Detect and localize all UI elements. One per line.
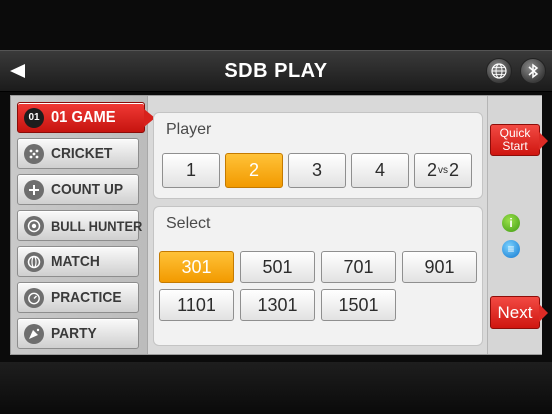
timer-icon [24, 287, 44, 308]
game-panel: 01 01 GAME CRICKET COUNT UP BULL HUNTER [10, 95, 548, 355]
sidebar-item-label: PARTY [51, 325, 97, 342]
bottom-bar [0, 362, 552, 414]
sidebar-item-label: PRACTICE [51, 289, 122, 306]
sidebar-item-label: 01 GAME [51, 108, 116, 126]
sidebar-item-party[interactable]: PARTY [17, 318, 139, 349]
sidebar-item-count-up[interactable]: COUNT UP [17, 174, 139, 205]
globe-icon [491, 63, 507, 79]
select-option-1301[interactable]: 1301 [240, 289, 315, 321]
cricket-icon [24, 143, 44, 164]
select-option-1501[interactable]: 1501 [321, 289, 396, 321]
player-option-3[interactable]: 3 [288, 153, 346, 188]
list-icon[interactable]: ≡ [502, 240, 520, 258]
player-option-2[interactable]: 2 [225, 153, 283, 188]
select-option-901[interactable]: 901 [402, 251, 477, 283]
select-section-title: Select [166, 215, 211, 232]
sidebar-item-practice[interactable]: PRACTICE [17, 282, 139, 313]
action-column: Quick Start i ≡ Next [487, 96, 548, 354]
select-option-501[interactable]: 501 [240, 251, 315, 283]
party-icon [24, 323, 44, 344]
player-option-4[interactable]: 4 [351, 153, 409, 188]
player-option-1[interactable]: 1 [162, 153, 220, 188]
globe-button[interactable] [486, 58, 512, 84]
sidebar-item-label: CRICKET [51, 145, 113, 162]
plus-icon [24, 179, 44, 200]
vs-mid: vs [438, 165, 448, 176]
sidebar-item-bull-hunter[interactable]: BULL HUNTER [17, 210, 143, 241]
player-option-2vs2[interactable]: 2 vs 2 [414, 153, 472, 188]
header-bar: SDB PLAY [0, 50, 552, 92]
game-01-icon: 01 [24, 107, 44, 128]
sidebar-item-match[interactable]: MATCH [17, 246, 139, 277]
player-section-title: Player [166, 121, 212, 138]
bluetooth-icon [528, 63, 539, 79]
select-option-301[interactable]: 301 [159, 251, 234, 283]
quick-start-button[interactable]: Quick Start [490, 124, 548, 156]
quick-start-label: Quick Start [499, 126, 531, 153]
sidebar-item-label: MATCH [51, 253, 100, 270]
vs-left: 2 [426, 160, 437, 180]
sidebar-item-label: COUNT UP [51, 181, 124, 198]
select-section: Select 301 501 701 901 1101 1301 1501 [153, 206, 483, 346]
select-option-701[interactable]: 701 [321, 251, 396, 283]
sidebar-item-label: BULL HUNTER [51, 217, 143, 234]
info-icon[interactable]: i [502, 214, 520, 232]
target-icon [24, 215, 44, 236]
player-section: Player 1 2 3 4 2 vs 2 [153, 112, 483, 199]
vs-right: 2 [449, 160, 460, 180]
game-mode-sidebar: 01 01 GAME CRICKET COUNT UP BULL HUNTER [11, 96, 155, 354]
sidebar-item-cricket[interactable]: CRICKET [17, 138, 139, 169]
bluetooth-button[interactable] [520, 58, 546, 84]
select-option-1101[interactable]: 1101 [159, 289, 234, 321]
sidebar-item-01-game[interactable]: 01 01 GAME [17, 102, 155, 133]
page-title: SDB PLAY [224, 60, 328, 82]
match-icon [24, 251, 44, 272]
next-button[interactable]: Next [490, 296, 548, 329]
